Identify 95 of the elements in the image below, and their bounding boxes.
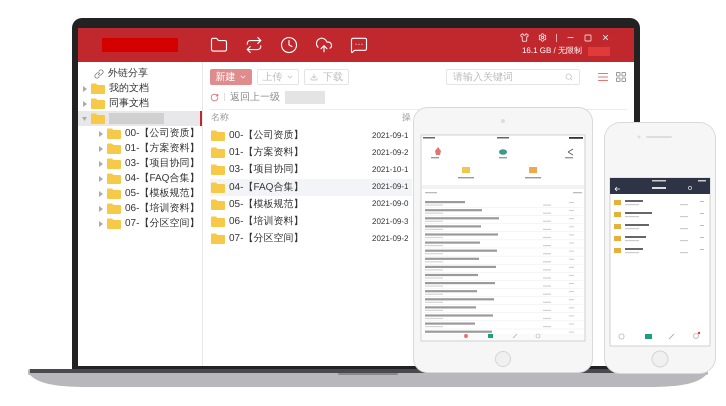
folder-icon bbox=[211, 182, 225, 193]
folder-icon bbox=[107, 188, 121, 199]
caret-icon bbox=[238, 73, 246, 81]
file-name: 01-【方案资料】 bbox=[229, 146, 304, 160]
file-row[interactable]: 05-【模板规范】 2021-09-0 bbox=[210, 196, 412, 213]
caret-icon[interactable] bbox=[98, 190, 103, 196]
folder-icon bbox=[107, 218, 121, 229]
maximize-icon[interactable] bbox=[584, 34, 592, 42]
file-date: 2021-09-1 bbox=[372, 130, 408, 142]
sidebar-item[interactable]: 外链分享 bbox=[78, 66, 202, 81]
sidebar-item[interactable]: 07-【分区空间】 bbox=[78, 216, 202, 231]
avatar-redaction bbox=[588, 46, 610, 56]
file-name: 05-【模板规范】 bbox=[229, 198, 304, 212]
chat-icon[interactable] bbox=[350, 36, 368, 54]
back-link[interactable]: 返回上一级 bbox=[230, 90, 280, 104]
sidebar-item[interactable]: 00-【公司资质】 bbox=[78, 126, 202, 141]
folder-icon bbox=[91, 113, 105, 124]
storage-usage: 16.1 GB / 无限制 bbox=[522, 45, 582, 57]
folder-icon bbox=[91, 98, 105, 109]
folder-icon bbox=[211, 198, 225, 210]
download-icon bbox=[310, 73, 318, 81]
sidebar-label: 我的文档 bbox=[109, 82, 149, 96]
sidebar-label: 07-【分区空间】 bbox=[125, 216, 200, 231]
folder-icon bbox=[107, 158, 121, 169]
file-row[interactable]: 03-【项目协同】 2021-10-1 bbox=[210, 161, 412, 179]
folder-icon bbox=[107, 203, 121, 214]
list-view-icon[interactable] bbox=[597, 71, 609, 83]
folder-icon bbox=[211, 164, 225, 176]
sidebar-item[interactable]: 01-【方案资料】 bbox=[78, 141, 202, 156]
file-date: 2021-09-1 bbox=[372, 181, 408, 194]
file-date: 2021-09-0 bbox=[372, 198, 408, 210]
file-date: 2021-09-2 bbox=[372, 146, 408, 159]
folder-icon bbox=[107, 143, 121, 154]
redaction-bar bbox=[109, 113, 164, 124]
caret-icon[interactable] bbox=[98, 220, 103, 226]
caret-icon[interactable] bbox=[98, 206, 103, 212]
folder-icon bbox=[211, 147, 225, 158]
caret-icon[interactable] bbox=[98, 130, 103, 136]
file-row[interactable]: 04-【FAQ合集】 2021-09-1 bbox=[210, 178, 412, 196]
caret-icon[interactable] bbox=[82, 116, 87, 122]
sidebar-item[interactable]: 05-【模板规范】 bbox=[78, 186, 202, 201]
sidebar-label: 01-【方案资料】 bbox=[125, 142, 200, 156]
file-date: 2021-10-1 bbox=[372, 164, 408, 176]
file-name: 04-【FAQ合集】 bbox=[229, 180, 304, 195]
caret-icon[interactable] bbox=[98, 176, 103, 182]
folder-icon bbox=[211, 216, 225, 228]
shirt-icon[interactable] bbox=[520, 33, 529, 42]
sidebar-label: 04-【FAQ合集】 bbox=[125, 172, 200, 186]
repeat-icon[interactable] bbox=[245, 36, 263, 54]
close-icon[interactable] bbox=[601, 33, 610, 42]
sidebar-item[interactable]: 04-【FAQ合集】 bbox=[78, 171, 202, 186]
sidebar-label: 00-【公司资质】 bbox=[125, 126, 200, 141]
sidebar-label: 06-【培训资料】 bbox=[125, 202, 200, 216]
file-row[interactable]: 00-【公司资质】 2021-09-1 bbox=[210, 127, 412, 144]
sidebar-label: 同事文档 bbox=[109, 96, 149, 111]
redaction-bar bbox=[285, 90, 325, 104]
caret-icon[interactable] bbox=[82, 100, 87, 106]
file-date: 2021-09-2 bbox=[372, 232, 408, 245]
file-row[interactable]: 01-【方案资料】 2021-09-2 bbox=[210, 144, 412, 162]
caret-icon[interactable] bbox=[98, 146, 103, 152]
sidebar-item[interactable]: 06-【培训资料】 bbox=[78, 201, 202, 216]
column-header: 操 bbox=[402, 110, 411, 124]
sidebar-item[interactable] bbox=[78, 111, 202, 126]
caret-icon[interactable] bbox=[98, 160, 103, 166]
sidebar-item[interactable]: 同事文档 bbox=[78, 96, 202, 111]
cloud-icon[interactable] bbox=[315, 36, 333, 54]
sidebar-label: 外链分享 bbox=[108, 66, 148, 81]
folder-icon bbox=[107, 173, 121, 184]
folder-icon bbox=[107, 128, 121, 139]
search-field[interactable]: 请输入关键词 bbox=[446, 69, 580, 85]
folder-icon bbox=[91, 83, 105, 94]
file-name: 00-【公司资质】 bbox=[229, 128, 304, 144]
sidebar-label: 03-【项目协同】 bbox=[125, 156, 200, 171]
file-row[interactable]: 07-【分区空间】 2021-09-2 bbox=[210, 230, 412, 248]
file-date: 2021-09-3 bbox=[372, 216, 408, 228]
column-header: 名称 bbox=[211, 110, 229, 124]
caret-icon bbox=[286, 73, 294, 81]
settings-icon[interactable] bbox=[538, 33, 547, 42]
grid-view-icon[interactable] bbox=[615, 71, 627, 83]
file-name: 03-【项目协同】 bbox=[229, 162, 304, 178]
file-name: 06-【培训资料】 bbox=[229, 214, 304, 230]
search-icon[interactable] bbox=[565, 73, 573, 81]
sidebar-item[interactable]: 03-【项目协同】 bbox=[78, 156, 202, 171]
folder-icon bbox=[211, 233, 225, 244]
file-name: 07-【分区空间】 bbox=[229, 232, 304, 246]
folder-icon[interactable] bbox=[210, 36, 228, 54]
sidebar-item[interactable]: 我的文档 bbox=[78, 81, 202, 96]
clock-icon[interactable] bbox=[280, 36, 298, 54]
link-icon bbox=[94, 68, 104, 78]
caret-icon[interactable] bbox=[82, 86, 87, 92]
sidebar-label: 05-【模板规范】 bbox=[125, 186, 200, 201]
refresh-icon[interactable] bbox=[210, 92, 219, 102]
file-row[interactable]: 06-【培训资料】 2021-09-3 bbox=[210, 212, 412, 230]
search-input[interactable]: 请输入关键词 bbox=[453, 70, 565, 84]
folder-icon bbox=[211, 130, 225, 142]
